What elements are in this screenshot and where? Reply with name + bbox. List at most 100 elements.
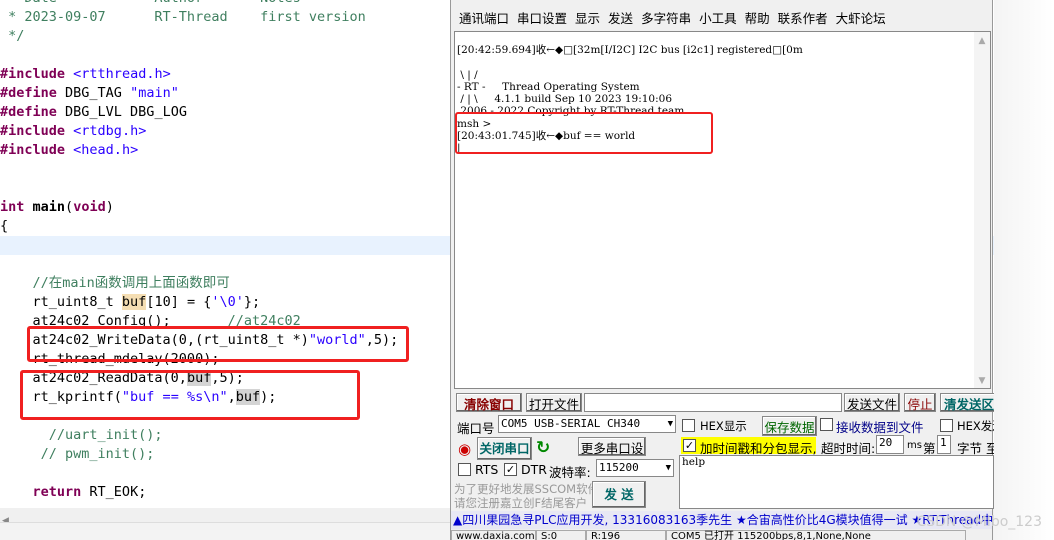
code-line: #include <head.h>: [0, 141, 138, 160]
code-line: #include <rtthread.h>: [0, 65, 171, 84]
menu-item[interactable]: 帮助: [743, 8, 776, 30]
receive-line: \ | /: [457, 69, 478, 81]
port-select[interactable]: COM5 USB-SERIAL CH340 ▼: [498, 415, 676, 433]
code-line: #define DBG_TAG "main": [0, 84, 179, 103]
code-token: //uart_init();: [0, 427, 163, 443]
recv-to-file-checkbox[interactable]: [820, 418, 833, 431]
menu-item[interactable]: 显示: [573, 8, 606, 30]
code-token: ): [105, 199, 114, 215]
code-line: return RT_EOK;: [0, 483, 147, 502]
code-token: #define: [0, 104, 57, 120]
file-path-input[interactable]: [584, 393, 842, 412]
vertical-scrollbar[interactable]: ▲ ▼: [974, 32, 990, 388]
baud-label: 波特率:: [549, 465, 591, 480]
status-field: COM5 已打开 115200bps,8,1,None,None: [666, 530, 966, 540]
dtr-checkbox[interactable]: ✓: [504, 463, 517, 476]
menu-item[interactable]: 串口设置: [515, 8, 573, 30]
code-token: //在main函数调用上面函数即可: [0, 275, 230, 291]
menu-item[interactable]: 通讯端口: [457, 8, 515, 30]
code-token: DBG_LVL DBG_LOG: [56, 104, 187, 120]
code-line: #include <rtdbg.h>: [0, 122, 146, 141]
code-token: #include: [0, 123, 66, 139]
code-token: '\0': [211, 294, 244, 310]
port-status-icon: ◉: [458, 440, 472, 458]
code-token: #include: [0, 142, 66, 158]
nth-input[interactable]: 1: [937, 435, 951, 454]
code-token: buf: [121, 294, 147, 310]
code-line: */: [0, 27, 24, 46]
code-token: (: [65, 199, 74, 215]
promo-line-2: 请您注册嘉立创F结尾客户: [454, 496, 588, 510]
code-line: int main(void): [0, 198, 114, 217]
highlight-box-output: [455, 112, 713, 154]
hex-display-checkbox[interactable]: [682, 419, 695, 432]
code-token: * 2023-09-07 RT-Thread first version: [0, 9, 366, 25]
ad-ticker[interactable]: ▲四川果园急寻PLC应用开发, 13316083163季先生 ★合宙高性价比4G…: [451, 511, 992, 529]
clear-window-button[interactable]: 清除窗口: [456, 393, 522, 412]
send-file-button[interactable]: 发送文件: [844, 393, 900, 412]
rts-checkbox[interactable]: [458, 463, 471, 476]
status-field: S:0: [536, 530, 586, 540]
scroll-down-icon[interactable]: ▼: [974, 376, 990, 386]
highlight-box-write: [27, 326, 409, 362]
send-text-input[interactable]: help: [679, 455, 994, 509]
code-token: [10] = {: [146, 294, 212, 310]
code-line: rt_uint8_t buf[10] = {'\0'};: [0, 293, 260, 312]
stop-button[interactable]: 停止: [904, 393, 936, 412]
rts-label: RTS: [475, 462, 499, 477]
chevron-down-icon[interactable]: ▼: [666, 460, 671, 476]
refresh-icon[interactable]: ↻: [536, 438, 550, 458]
close-port-button[interactable]: 关闭串口: [477, 437, 532, 460]
code-token: "main": [130, 85, 179, 101]
code-token: main: [32, 199, 66, 215]
menu-item[interactable]: 发送: [606, 8, 639, 30]
scroll-up-icon[interactable]: ▲: [974, 36, 990, 46]
code-token: <rtthread.h>: [73, 66, 171, 82]
code-token: #define: [0, 85, 57, 101]
menu-item[interactable]: 大虾论坛: [834, 8, 892, 30]
background-area: [994, 0, 1054, 540]
clear-send-button[interactable]: 清发送区: [940, 393, 1000, 412]
menu-item[interactable]: 小工具: [697, 8, 743, 30]
menu-item[interactable]: 多字符串: [639, 8, 697, 30]
timestamp-checkbox[interactable]: ✓: [683, 439, 696, 452]
menu-item[interactable]: 联系作者: [776, 8, 834, 30]
code-token: <head.h>: [73, 142, 139, 158]
baud-select[interactable]: 115200 ▼: [596, 459, 674, 477]
code-token: RT_EOK;: [81, 484, 147, 500]
code-token: */: [0, 28, 25, 44]
code-token: <rtdbg.h>: [73, 123, 147, 139]
open-file-button[interactable]: 打开文件: [526, 393, 582, 412]
hex-send-checkbox[interactable]: [940, 419, 953, 432]
more-port-settings-button[interactable]: 更多串口设置: [578, 437, 646, 475]
send-button[interactable]: 发 送: [592, 481, 646, 508]
timeout-unit: ms: [907, 440, 922, 451]
code-line: // pwm_init();: [0, 445, 155, 464]
chevron-down-icon[interactable]: ▼: [668, 416, 673, 432]
code-token: Date Author Notes: [0, 0, 300, 6]
port-label: 端口号: [457, 421, 495, 436]
code-token: DBG_TAG: [56, 85, 131, 101]
code-token: #include: [0, 66, 66, 82]
code-token: };: [243, 294, 261, 310]
timeout-input[interactable]: 20: [876, 435, 904, 454]
sscom-window: 通讯端口 串口设置 显示 发送 多字符串 小工具 帮助 联系作者 大虾论坛 [20:42:59.…: [450, 0, 1004, 540]
status-field: R:196: [586, 530, 666, 540]
code-line: //uart_init();: [0, 426, 163, 445]
menu-bar: 通讯端口 串口设置 显示 发送 多字符串 小工具 帮助 联系作者 大虾论坛: [451, 8, 992, 30]
baud-value: 115200: [599, 461, 639, 474]
code-token: return: [32, 484, 82, 500]
receive-area[interactable]: [20:42:59.694]收←◆□[32m[I/I2C] I2C bus [i…: [454, 31, 991, 389]
port-value: COM5 USB-SERIAL CH340: [501, 417, 641, 430]
code-token: int: [0, 199, 25, 215]
watermark: CSDN @Mlbo_123: [916, 514, 1042, 530]
code-token: {: [0, 218, 9, 234]
receive-line: / | \ 4.1.1 build Sep 10 2023 19:10:06: [457, 93, 673, 105]
hex-display-label: HEX显示: [700, 419, 747, 433]
save-data-button[interactable]: 保存数据: [762, 416, 817, 436]
